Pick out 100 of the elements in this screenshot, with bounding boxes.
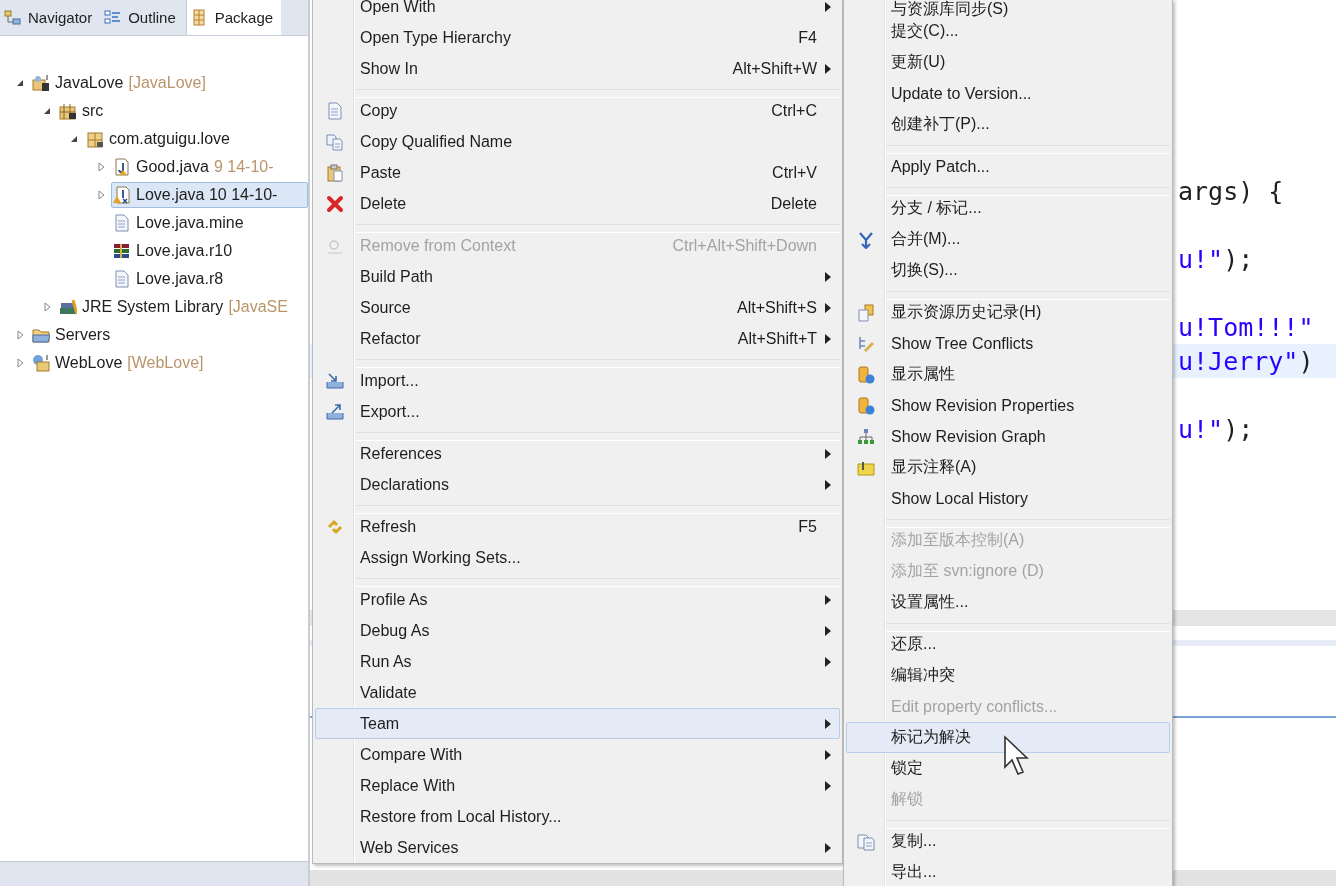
shortcut-text: F5 xyxy=(798,517,817,535)
menu-item[interactable]: Show Revision Properties xyxy=(846,390,1170,421)
menu-item[interactable]: Copy Ctrl+C xyxy=(315,95,840,126)
properties-icon xyxy=(857,365,875,384)
menu-item[interactable]: 切换(S)... xyxy=(846,255,1170,286)
menu-item[interactable]: Show Local History xyxy=(846,483,1170,514)
package-icon xyxy=(86,130,104,148)
collapsed-arrow-icon[interactable] xyxy=(42,302,52,312)
item-label: JRE System Library xyxy=(82,298,224,316)
menu-item[interactable]: Declarations xyxy=(315,469,840,500)
item-decoration: [JavaLove] xyxy=(128,74,206,92)
code-line: args) { xyxy=(1178,176,1284,206)
tree-item[interactable]: Good.java 9 14-10- xyxy=(111,154,278,180)
menu-item[interactable]: Team xyxy=(315,708,840,739)
archive-icon xyxy=(113,242,131,260)
tree-conflict-icon xyxy=(857,334,875,353)
tree-item[interactable]: Love.java.r10 xyxy=(111,238,237,264)
menu-item[interactable]: Web Services xyxy=(315,832,840,863)
menu-item[interactable]: 合并(M)... xyxy=(846,224,1170,255)
tree-item[interactable]: Love.java.mine xyxy=(111,210,248,236)
mouse-pointer-icon xyxy=(1003,735,1031,777)
outline-icon xyxy=(104,8,123,27)
text-file-icon xyxy=(113,270,131,288)
menu-item[interactable]: 分支 / 标记... xyxy=(846,193,1170,224)
view-tab[interactable]: Package xyxy=(185,0,282,35)
tree-item[interactable]: Love.java 10 14-10- xyxy=(111,182,308,208)
menu-item[interactable]: 编辑冲突 xyxy=(846,660,1170,691)
menu-item[interactable]: 标记为解决 xyxy=(846,722,1170,753)
menu-item[interactable]: Refresh F5 xyxy=(315,511,840,542)
shortcut-text: Alt+Shift+W xyxy=(732,59,817,77)
menu-item[interactable]: Refactor Alt+Shift+T xyxy=(315,323,840,354)
menu-item[interactable]: Export... xyxy=(315,396,840,427)
item-label: com.atguigu.love xyxy=(109,130,230,148)
copy-icon xyxy=(857,832,875,851)
menu-item[interactable]: Open Type Hierarchy F4 xyxy=(315,22,840,53)
menu-item[interactable]: 还原... xyxy=(846,629,1170,660)
tree-item[interactable]: WebLove [WebLove] xyxy=(30,350,208,376)
menu-item[interactable]: Debug As xyxy=(315,615,840,646)
menu-item[interactable]: References xyxy=(315,438,840,469)
menu-item[interactable]: Source Alt+Shift+S xyxy=(315,292,840,323)
menu-item[interactable]: Replace With xyxy=(315,770,840,801)
menu-item[interactable]: Show In Alt+Shift+W xyxy=(315,53,840,84)
view-tab[interactable]: Outline xyxy=(100,0,184,35)
expanded-arrow-icon[interactable] xyxy=(69,134,79,144)
collapsed-arrow-icon[interactable] xyxy=(15,330,25,340)
menu-item[interactable]: 复制... xyxy=(846,826,1170,857)
menu-item[interactable]: Apply Patch... xyxy=(846,151,1170,182)
tree-item[interactable]: Servers xyxy=(30,322,115,348)
code-line: u!Jerry") xyxy=(1178,346,1314,376)
menu-item[interactable]: 设置属性... xyxy=(846,587,1170,618)
menu-item[interactable]: Run As xyxy=(315,646,840,677)
shortcut-text: Alt+Shift+S xyxy=(736,298,817,316)
menu-item[interactable]: 锁定 xyxy=(846,753,1170,784)
history-icon xyxy=(857,303,875,322)
tree-item[interactable]: com.atguigu.love xyxy=(84,126,234,152)
menu-item[interactable]: 更新(U) xyxy=(846,47,1170,78)
menu-item[interactable]: 与资源库同步(S) xyxy=(846,0,1170,16)
menu-item[interactable]: 显示属性 xyxy=(846,359,1170,390)
copy-icon xyxy=(326,132,344,151)
menu-item[interactable]: Validate xyxy=(315,677,840,708)
view-tab[interactable]: Navigator xyxy=(0,0,101,35)
menu-item[interactable]: Show Tree Conflicts xyxy=(846,328,1170,359)
menu-item[interactable]: Assign Working Sets... xyxy=(315,542,840,573)
tree-item[interactable]: Love.java.r8 xyxy=(111,266,228,292)
item-label: Love.java.mine xyxy=(136,214,244,232)
menu-item[interactable]: Compare With xyxy=(315,739,840,770)
collapsed-arrow-icon[interactable] xyxy=(96,190,106,200)
item-label: Love.java 10 14-10- xyxy=(136,186,278,204)
menu-item[interactable]: Open With xyxy=(315,0,840,22)
expanded-arrow-icon[interactable] xyxy=(15,78,25,88)
tree-item[interactable]: JRE System Library [JavaSE xyxy=(57,294,292,320)
menu-item[interactable]: Copy Qualified Name xyxy=(315,126,840,157)
menu-item[interactable]: 提交(C)... xyxy=(846,16,1170,47)
menu-item[interactable]: Profile As xyxy=(315,584,840,615)
menu-item[interactable]: Paste Ctrl+V xyxy=(315,157,840,188)
java-file-conflict-icon xyxy=(113,186,131,204)
item-decoration: 9 14-10- xyxy=(213,158,274,176)
code-line: u!"); xyxy=(1178,414,1254,444)
merge-icon xyxy=(857,230,875,249)
tree-item[interactable]: src xyxy=(57,98,108,124)
menu-item[interactable]: Show Revision Graph xyxy=(846,421,1170,452)
collapsed-arrow-icon[interactable] xyxy=(96,162,106,172)
shortcut-text: Ctrl+C xyxy=(771,101,817,119)
menu-item[interactable]: Import... xyxy=(315,365,840,396)
menu-item[interactable]: Build Path xyxy=(315,261,840,292)
menu-item[interactable]: 显示资源历史记录(H) xyxy=(846,297,1170,328)
source-folder-icon xyxy=(59,102,77,120)
menu-item[interactable]: Delete Delete xyxy=(315,188,840,219)
menu-item[interactable]: 创建补丁(P)... xyxy=(846,109,1170,140)
shortcut-text: Alt+Shift+T xyxy=(737,329,817,347)
menu-item[interactable]: 导出... xyxy=(846,857,1170,886)
menu-item[interactable]: Restore from Local History... xyxy=(315,801,840,832)
expanded-arrow-icon[interactable] xyxy=(42,106,52,116)
menu-item[interactable]: 显示注释(A) xyxy=(846,452,1170,483)
copy-icon xyxy=(326,101,344,120)
tree-item[interactable]: JavaLove [JavaLove] xyxy=(30,70,210,96)
collapsed-arrow-icon[interactable] xyxy=(15,358,25,368)
properties-icon xyxy=(857,396,875,415)
folder-icon xyxy=(32,326,50,344)
menu-item[interactable]: Update to Version... xyxy=(846,78,1170,109)
